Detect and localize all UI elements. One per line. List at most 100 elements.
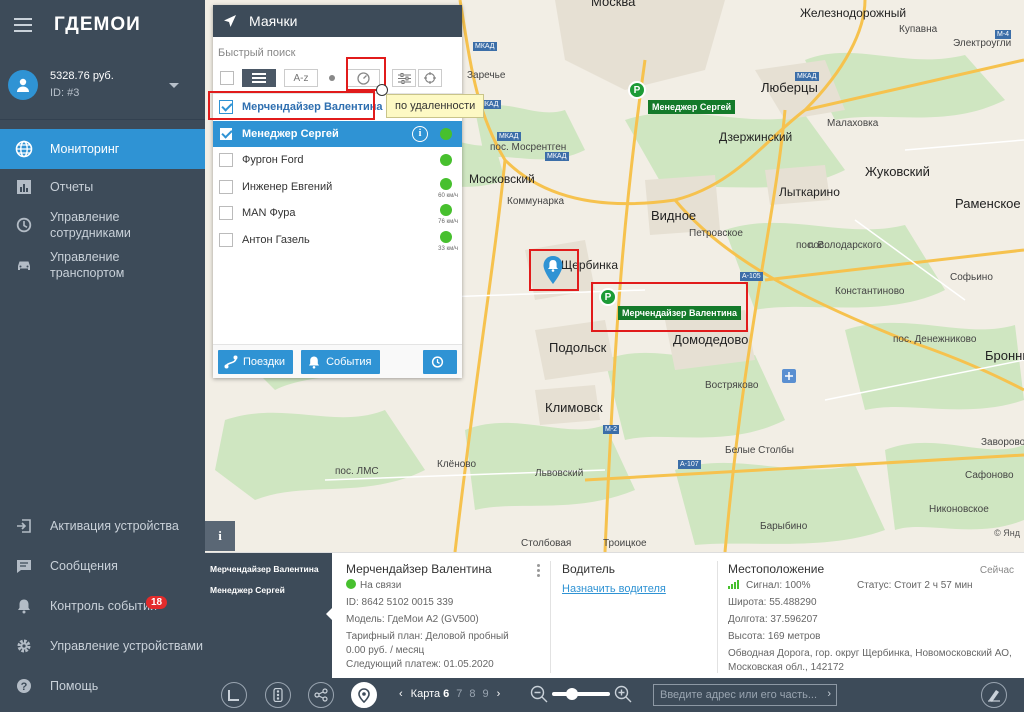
sliders-icon (397, 72, 411, 84)
list-item[interactable]: Антон Газель 33 км/ч (213, 227, 462, 254)
account-switcher[interactable]: 5328.76 руб. ID: #3 (0, 50, 205, 120)
target-button[interactable] (418, 69, 442, 87)
map-town: Домодедово (673, 332, 749, 347)
bell-icon (14, 596, 34, 616)
list-view-button[interactable] (242, 69, 276, 87)
list-item[interactable]: Менеджер Сергей i (213, 120, 462, 147)
map-town: Жуковский (865, 164, 930, 179)
device-title: Мерчендайзер Валентина (346, 562, 492, 576)
traffic-button[interactable] (265, 682, 291, 708)
ruler-button[interactable] (221, 682, 247, 708)
nav-item-transport[interactable]: Управление транспортом (0, 245, 205, 285)
zoom-slider-handle[interactable] (565, 688, 578, 700)
login-icon (14, 516, 34, 536)
zoom-in-icon[interactable] (614, 685, 632, 703)
share-icon (314, 688, 328, 702)
sort-status-button[interactable] (322, 69, 342, 87)
location-button[interactable] (351, 682, 377, 708)
map-town: Константиново (835, 286, 905, 297)
info-toggle-button[interactable]: i (205, 521, 235, 551)
map-page[interactable]: 8 (469, 688, 475, 700)
location-column: Местоположение Сейчас Сигнал: 100% Стату… (718, 553, 1024, 679)
row-checkbox[interactable] (219, 232, 233, 247)
device-price: 0.00 руб. / месяц (346, 645, 425, 656)
chevron-right-icon[interactable]: › (827, 688, 831, 700)
share-button[interactable] (308, 682, 334, 708)
assign-driver-link[interactable]: Назначить водителя (562, 583, 666, 595)
selected-devices-list: Мерчендайзер Валентина Менеджер Сергей (205, 553, 332, 679)
history-button[interactable] (423, 349, 457, 374)
signal-icon (728, 580, 740, 589)
list-item[interactable]: Мерчендайзер Валентина (210, 559, 327, 580)
map-page[interactable]: 7 (456, 688, 462, 700)
nav-item-activation[interactable]: Активация устройства (0, 506, 205, 546)
list-item[interactable]: Фургон Ford (213, 147, 462, 174)
list-item[interactable]: MAN Фура 76 км/ч (213, 200, 462, 227)
beacon-name: MAN Фура (242, 207, 296, 220)
map-town: Заречье (467, 70, 506, 81)
event-pin-icon[interactable] (542, 255, 564, 288)
chevron-down-icon[interactable] (169, 83, 179, 88)
events-button[interactable]: События (301, 349, 380, 374)
app-logo[interactable]: ГДЕМОИ (54, 14, 141, 36)
chevron-left-icon[interactable]: ‹ (399, 688, 403, 700)
map-copyright: © Янд (994, 528, 1020, 538)
crosshair-icon (424, 72, 436, 84)
menu-icon[interactable] (14, 18, 32, 32)
row-checkbox[interactable] (219, 179, 233, 194)
row-checkbox[interactable] (219, 153, 233, 168)
more-menu-icon[interactable] (537, 564, 540, 579)
map-marker-label[interactable]: Мерчендайзер Валентина (618, 306, 741, 320)
map-page-current[interactable]: 6 (443, 688, 449, 700)
nav-item-event-control[interactable]: Контроль событий 18 (0, 586, 205, 626)
draw-button[interactable] (981, 682, 1007, 708)
zoom-slider[interactable] (552, 688, 610, 700)
road-tag: МКАД (795, 72, 819, 81)
map-town: Электроугли (953, 38, 1012, 49)
nav-item-reports[interactable]: Отчеты (0, 169, 205, 205)
dot-icon (329, 75, 335, 81)
nav-item-device-management[interactable]: Управление устройствами (0, 626, 205, 666)
filter-button[interactable] (392, 69, 416, 87)
row-checkbox[interactable] (219, 206, 233, 221)
map-town: Подольск (549, 340, 607, 355)
sidebar: ГДЕМОИ 5328.76 руб. ID: #3 Мониторинг От… (0, 0, 205, 712)
map-marker-label[interactable]: Менеджер Сергей (648, 100, 736, 114)
address-search-input[interactable]: Введите адрес или его часть... › (653, 684, 837, 706)
list-item[interactable]: Менеджер Сергей (210, 580, 327, 601)
road-tag: М-4 (995, 30, 1012, 39)
map-page[interactable]: 9 (482, 688, 488, 700)
map-town: Львовский (535, 468, 584, 479)
quick-search-input[interactable]: Быстрый поиск (213, 37, 462, 63)
nav-item-monitoring[interactable]: Мониторинг (0, 129, 205, 169)
online-status-icon (346, 579, 356, 589)
longitude: Долгота: 37.596207 (728, 614, 818, 625)
map-town: Барыбино (760, 521, 808, 532)
bell-icon (309, 356, 320, 369)
sort-az-button[interactable]: A-z (284, 69, 318, 87)
map-town: пос. (808, 240, 827, 251)
trips-button[interactable]: Поездки (218, 349, 294, 374)
info-icon[interactable]: i (412, 125, 428, 142)
highlight-box (208, 91, 375, 120)
list-item[interactable]: Инженер Евгений 60 км/ч (213, 174, 462, 201)
status-dot (440, 230, 452, 243)
zoom-out-icon[interactable] (530, 685, 548, 703)
clock-icon (14, 215, 34, 235)
road-tag: МКАД (473, 42, 497, 51)
map-marker-manager-sergey[interactable]: P (628, 81, 646, 99)
map-label: Карта (410, 688, 441, 700)
chevron-right-icon[interactable]: › (497, 688, 501, 700)
nav-item-employees[interactable]: Управление сотрудниками (0, 205, 205, 245)
map-marker-merchandiser-valentina[interactable]: P (599, 288, 617, 306)
nav-item-help[interactable]: ? Помощь (0, 666, 205, 706)
select-all-checkbox[interactable] (220, 71, 234, 85)
nav-item-messages[interactable]: Сообщения (0, 546, 205, 586)
events-badge: 18 (146, 596, 168, 609)
latitude: Широта: 55.488290 (728, 597, 817, 608)
globe-icon (14, 139, 34, 159)
row-checkbox[interactable] (219, 126, 233, 141)
panel-title: Маячки (249, 13, 298, 29)
status-dot (440, 127, 452, 140)
map-town: Белые Столбы (725, 445, 794, 456)
